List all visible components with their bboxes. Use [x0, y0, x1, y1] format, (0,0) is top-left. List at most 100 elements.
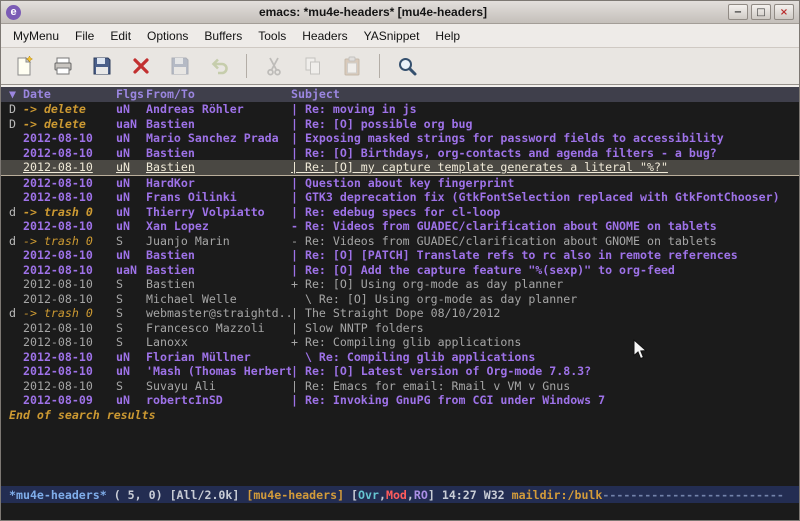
- menu-mymenu[interactable]: MyMenu: [5, 25, 67, 47]
- message-row[interactable]: 2012-08-09uNrobertcInSD| Re: Invoking Gn…: [1, 393, 799, 408]
- save-buffer-icon[interactable]: [89, 53, 115, 79]
- from-cell: Andreas Röhler: [146, 102, 291, 117]
- message-row[interactable]: 2012-08-10uNBastien| Re: [O] Birthdays, …: [1, 146, 799, 161]
- column-header-flags[interactable]: Flgs: [116, 87, 146, 102]
- modeline-segment-buffer: *mu4e-headers*: [9, 488, 107, 502]
- mark-char: [9, 146, 23, 161]
- mark-char: [9, 393, 23, 408]
- modeline-segment-plain: [: [351, 488, 358, 502]
- message-row[interactable]: 2012-08-10uaNBastien| Re: [O] Add the ca…: [1, 263, 799, 278]
- message-row[interactable]: d-> trash 0uNThierry Volpiatto| Re: edeb…: [1, 205, 799, 220]
- subject-cell: | Re: edebug specs for cl-loop: [291, 205, 799, 220]
- from-cell: Xan Lopez: [146, 219, 291, 234]
- from-cell: Francesco Mazzoli: [146, 321, 291, 336]
- kill-buffer-icon[interactable]: [128, 53, 154, 79]
- message-row[interactable]: 2012-08-10SSuvayu Ali| Re: Emacs for ema…: [1, 379, 799, 394]
- from-cell: Bastien: [146, 146, 291, 161]
- modeline-segment-plain: ]: [428, 488, 442, 502]
- minimize-button[interactable]: −: [728, 4, 748, 20]
- menu-options[interactable]: Options: [139, 25, 196, 47]
- message-row[interactable]: d-> trash 0Swebmaster@straightd...| The …: [1, 306, 799, 321]
- message-row[interactable]: 2012-08-10SLanoxx+ Re: Compiling glib ap…: [1, 335, 799, 350]
- column-header-from[interactable]: From/To: [146, 87, 291, 102]
- headers-list: D-> deleteuNAndreas Röhler| Re: moving i…: [1, 102, 799, 408]
- new-file-icon[interactable]: [11, 53, 37, 79]
- cut-icon[interactable]: [261, 53, 287, 79]
- flags-cell: uN: [116, 219, 146, 234]
- message-row[interactable]: 2012-08-10uNHardKor| Question about key …: [1, 176, 799, 191]
- message-row[interactable]: 2012-08-10uNBastien| Re: [O] [PATCH] Tra…: [1, 248, 799, 263]
- menu-edit[interactable]: Edit: [102, 25, 139, 47]
- from-cell: Bastien: [146, 117, 291, 132]
- emacs-window: e emacs: *mu4e-headers* [mu4e-headers] −…: [0, 0, 800, 521]
- search-icon[interactable]: [394, 53, 420, 79]
- subject-cell: | Re: Invoking GnuPG from CGI under Wind…: [291, 393, 799, 408]
- from-cell: webmaster@straightd...: [146, 306, 291, 321]
- message-row[interactable]: 2012-08-10SMichael Welle \ Re: [O] Using…: [1, 292, 799, 307]
- message-row[interactable]: D-> deleteuaNBastien| Re: [O] possible o…: [1, 117, 799, 132]
- flags-cell: uN: [116, 146, 146, 161]
- titlebar[interactable]: e emacs: *mu4e-headers* [mu4e-headers] −…: [1, 1, 799, 24]
- menu-buffers[interactable]: Buffers: [196, 25, 250, 47]
- undo-icon[interactable]: [206, 53, 232, 79]
- date-cell: 2012-08-10: [23, 190, 116, 205]
- message-row[interactable]: 2012-08-10SBastien+ Re: [O] Using org-mo…: [1, 277, 799, 292]
- date-cell: 2012-08-10: [23, 146, 116, 161]
- flags-cell: uN: [116, 248, 146, 263]
- menu-tools[interactable]: Tools: [250, 25, 294, 47]
- emacs-icon: e: [6, 5, 21, 20]
- subject-cell: | The Straight Dope 08/10/2012: [291, 306, 799, 321]
- message-row[interactable]: d-> trash 0SJuanjo Marin- Re: Videos fro…: [1, 234, 799, 249]
- close-button[interactable]: ×: [774, 4, 794, 20]
- copy-icon[interactable]: [300, 53, 326, 79]
- mark-char: D: [9, 117, 23, 132]
- flags-cell: S: [116, 379, 146, 394]
- subject-cell: | Re: [O] Add the capture feature "%(sex…: [291, 263, 799, 278]
- open-file-icon[interactable]: [50, 53, 76, 79]
- date-cell: 2012-08-10: [23, 263, 116, 278]
- mark-char: [9, 131, 23, 146]
- flags-cell: uaN: [116, 117, 146, 132]
- mark-char: [9, 190, 23, 205]
- save-as-icon[interactable]: [167, 53, 193, 79]
- subject-cell: | Re: Emacs for email: Rmail v VM v Gnus: [291, 379, 799, 394]
- from-cell: Frans Oilinki: [146, 190, 291, 205]
- toolbar-separator: [379, 54, 380, 78]
- message-row[interactable]: 2012-08-10uNBastien| Re: [O] my capture …: [1, 160, 799, 176]
- mark-char: [9, 248, 23, 263]
- flags-cell: uN: [116, 393, 146, 408]
- from-cell: Suvayu Ali: [146, 379, 291, 394]
- flags-cell: uN: [116, 350, 146, 365]
- subject-cell: - Re: Videos from GUADEC/clarification a…: [291, 234, 799, 249]
- modeline-segment-plain: 14:27 W32: [442, 488, 512, 502]
- menu-headers[interactable]: Headers: [294, 25, 355, 47]
- modeline-segment-red: Mod: [386, 488, 407, 502]
- from-cell: Bastien: [146, 277, 291, 292]
- from-cell: Michael Welle: [146, 292, 291, 307]
- window-title: emacs: *mu4e-headers* [mu4e-headers]: [21, 5, 725, 19]
- modeline-segment-orange: [mu4e-headers]: [246, 488, 351, 502]
- column-header-date[interactable]: ▼ Date: [9, 87, 116, 102]
- maximize-button[interactable]: □: [751, 4, 771, 20]
- subject-cell: | Re: [O] [PATCH] Translate refs to rc a…: [291, 248, 799, 263]
- message-row[interactable]: 2012-08-10SFrancesco Mazzoli| Slow NNTP …: [1, 321, 799, 336]
- column-header-subject[interactable]: Subject: [291, 87, 799, 102]
- date-cell: 2012-08-10: [23, 248, 116, 263]
- column-header-line: ▼ Date Flgs From/To Subject: [1, 87, 799, 102]
- menu-yasnippet[interactable]: YASnippet: [356, 25, 428, 47]
- menu-file[interactable]: File: [67, 25, 102, 47]
- mark-char: [9, 350, 23, 365]
- menu-help[interactable]: Help: [427, 25, 468, 47]
- message-row[interactable]: 2012-08-10uN'Mash (Thomas Herbert)| Re: …: [1, 364, 799, 379]
- date-cell: 2012-08-09: [23, 393, 116, 408]
- message-row[interactable]: D-> deleteuNAndreas Röhler| Re: moving i…: [1, 102, 799, 117]
- message-row[interactable]: 2012-08-10uNXan Lopez- Re: Videos from G…: [1, 219, 799, 234]
- flags-cell: uN: [116, 205, 146, 220]
- message-row[interactable]: 2012-08-10uNFlorian Müllner \ Re: Compil…: [1, 350, 799, 365]
- paste-icon[interactable]: [339, 53, 365, 79]
- message-row[interactable]: 2012-08-10uNMario Sanchez Prada| Exposin…: [1, 131, 799, 146]
- minibuffer[interactable]: [1, 503, 799, 520]
- message-row[interactable]: 2012-08-10uNFrans Oilinki| GTK3 deprecat…: [1, 190, 799, 205]
- headers-buffer: ▼ Date Flgs From/To Subject D-> deleteuN…: [1, 85, 799, 486]
- flags-cell: uN: [116, 364, 146, 379]
